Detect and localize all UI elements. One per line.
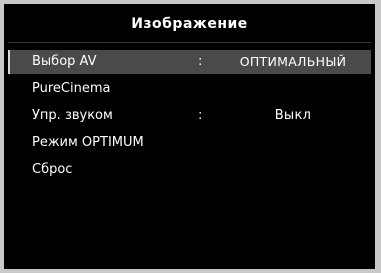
menu-item-label: Упр. звуком [32, 108, 113, 123]
menu-item-label: Выбор AV [32, 54, 97, 69]
menu-item-label: PureCinema [32, 81, 111, 96]
selection-marker [8, 50, 10, 74]
screen-bezel: Изображение Выбор AV : ОПТИМАЛЬНЫЙ PureC… [0, 0, 381, 273]
menu-item-optimum-mode[interactable]: Режим OPTIMUM [8, 131, 371, 155]
menu-item-sound-control[interactable]: Упр. звуком : Выкл [8, 104, 371, 128]
menu-item-label: Сброс [32, 162, 73, 177]
menu-item-reset[interactable]: Сброс [8, 158, 371, 182]
menu-item-value: ОПТИМАЛЬНЫЙ [239, 54, 347, 69]
menu-item-separator: : [198, 54, 203, 69]
menu-item-value: Выкл [274, 108, 312, 123]
menu-item-label: Режим OPTIMUM [32, 135, 144, 150]
title-divider [8, 42, 371, 43]
menu-title: Изображение [131, 16, 248, 32]
osd-menu-panel: Изображение Выбор AV : ОПТИМАЛЬНЫЙ PureC… [4, 4, 375, 269]
menu-item-purecinema[interactable]: PureCinema [8, 77, 371, 101]
menu-item-av-selection[interactable]: Выбор AV : ОПТИМАЛЬНЫЙ [8, 50, 371, 74]
menu-item-separator: : [198, 108, 203, 123]
